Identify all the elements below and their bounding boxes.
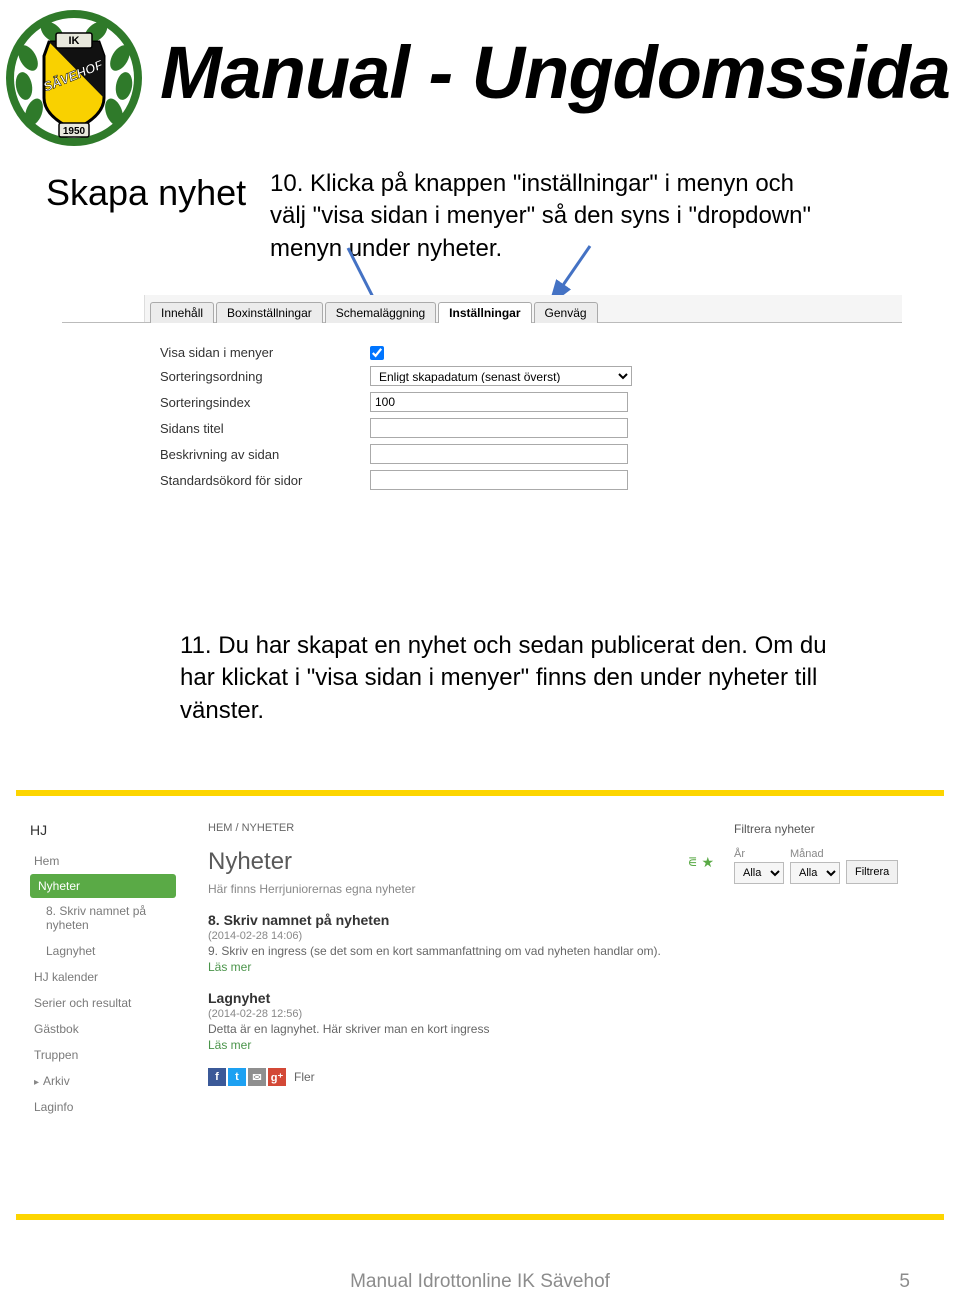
sidebar-item-arkiv[interactable]: Arkiv (30, 1068, 176, 1094)
settings-panel: Innehåll Boxinställningar Schemaläggning… (62, 295, 902, 595)
footer-text: Manual Idrottonline IK Sävehof (0, 1271, 960, 1293)
news-title[interactable]: 8. Skriv namnet på nyheten (208, 912, 714, 928)
sidebar-item-gastbok[interactable]: Gästbok (30, 1016, 176, 1042)
tab-genvag[interactable]: Genväg (534, 302, 598, 323)
sidebar-item-truppen[interactable]: Truppen (30, 1042, 176, 1068)
news-read-more[interactable]: Läs mer (208, 960, 714, 974)
svg-text:1950: 1950 (63, 126, 86, 137)
star-icon[interactable]: ★ (701, 854, 714, 870)
breadcrumb: HEM / NYHETER (208, 822, 714, 834)
input-sidans-titel[interactable] (370, 418, 628, 438)
share-more-link[interactable]: Fler (294, 1070, 315, 1084)
tab-innehall[interactable]: Innehåll (150, 302, 214, 323)
sidebar: HJ Hem Nyheter 8. Skriv namnet på nyhete… (16, 796, 186, 1214)
label-sidans-titel: Sidans titel (160, 421, 370, 436)
share-row: f t ✉ g⁺ Fler (208, 1068, 714, 1086)
news-body: Detta är en lagnyhet. Här skriver man en… (208, 1022, 714, 1036)
filter-column: Filtrera nyheter År Alla Månad Alla (724, 796, 944, 1214)
paragraph-11: 11. Du har skapat en nyhet och sedan pub… (180, 630, 860, 727)
mail-icon[interactable]: ✉ (248, 1068, 266, 1086)
sidebar-item-skriv-namnet[interactable]: 8. Skriv namnet på nyheten (30, 898, 176, 938)
sidebar-item-laginfo[interactable]: Laginfo (30, 1094, 176, 1120)
select-sorteringsordning[interactable]: Enligt skapadatum (senast överst) (370, 366, 632, 386)
news-read-more[interactable]: Läs mer (208, 1038, 714, 1052)
content-page-title: Nyheter (208, 848, 292, 876)
page-number: 5 (899, 1271, 910, 1293)
news-date: (2014-02-28 14:06) (208, 930, 714, 942)
tab-schemalaggning[interactable]: Schemaläggning (325, 302, 436, 323)
news-item: 8. Skriv namnet på nyheten (2014-02-28 1… (208, 912, 714, 974)
checkbox-visa-sidan[interactable] (370, 346, 384, 360)
news-date: (2014-02-28 12:56) (208, 1008, 714, 1020)
twitter-icon[interactable]: t (228, 1068, 246, 1086)
sidebar-item-kalender[interactable]: HJ kalender (30, 964, 176, 990)
filter-year-label: År (734, 848, 784, 860)
googleplus-icon[interactable]: g⁺ (268, 1068, 286, 1086)
news-item: Lagnyhet (2014-02-28 12:56) Detta är en … (208, 990, 714, 1052)
input-standardsokord[interactable] (370, 470, 628, 490)
tab-installningar[interactable]: Inställningar (438, 302, 531, 323)
input-sorteringsindex[interactable] (370, 392, 628, 412)
label-beskrivning: Beskrivning av sidan (160, 447, 370, 462)
page-title: Manual - Ungdomssida (160, 30, 950, 115)
filter-month-label: Månad (790, 848, 840, 860)
label-sorteringsindex: Sorteringsindex (160, 395, 370, 410)
facebook-icon[interactable]: f (208, 1068, 226, 1086)
sidebar-item-serier[interactable]: Serier och resultat (30, 990, 176, 1016)
label-visa-sidan: Visa sidan i menyer (160, 345, 370, 360)
sidebar-title: HJ (30, 822, 176, 838)
sidebar-item-nyheter[interactable]: Nyheter (30, 874, 176, 898)
svg-text:IK: IK (69, 35, 80, 47)
label-sorteringsordning: Sorteringsordning (160, 369, 370, 384)
main-column: HEM / NYHETER Nyheter ⋷ ★ Här finns Herr… (186, 796, 724, 1214)
tab-bar: Innehåll Boxinställningar Schemaläggning… (62, 295, 902, 323)
page-subtext: Här finns Herrjuniorernas egna nyheter (208, 882, 714, 896)
site-panel: HJ Hem Nyheter 8. Skriv namnet på nyhete… (16, 790, 944, 1220)
tab-boxinstallningar[interactable]: Boxinställningar (216, 302, 323, 323)
filter-button[interactable]: Filtrera (846, 860, 898, 884)
club-logo: IK SÄVEHOF 1950 (4, 8, 144, 148)
filter-title: Filtrera nyheter (734, 822, 928, 836)
input-beskrivning[interactable] (370, 444, 628, 464)
section-title: Skapa nyhet (46, 172, 246, 214)
news-title[interactable]: Lagnyhet (208, 990, 714, 1006)
sidebar-item-lagnyhet[interactable]: Lagnyhet (30, 938, 176, 964)
filter-year-select[interactable]: Alla (734, 862, 784, 884)
news-body: 9. Skriv en ingress (se det som en kort … (208, 944, 714, 958)
label-standardsokord: Standardsökord för sidor (160, 473, 370, 488)
sidebar-item-hem[interactable]: Hem (30, 848, 176, 874)
rss-icon[interactable]: ⋷ (687, 854, 697, 870)
filter-month-select[interactable]: Alla (790, 862, 840, 884)
paragraph-10: 10. Klicka på knappen "inställningar" i … (270, 168, 830, 265)
